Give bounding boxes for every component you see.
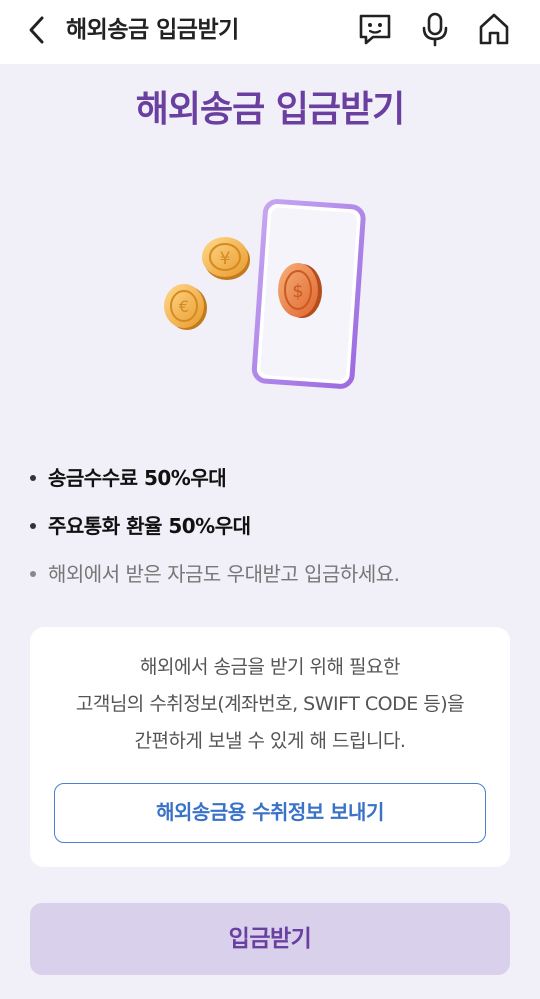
voice-button[interactable] (417, 11, 453, 47)
benefit-list: 송금수수료 50%우대 주요통화 환율 50%우대 해외에서 받은 자금도 우대… (28, 460, 518, 604)
yen-coin-icon: ¥ (202, 237, 250, 280)
back-button[interactable] (24, 14, 52, 46)
microphone-icon (422, 12, 448, 47)
benefit-fee-discount: 송금수수료 50%우대 (28, 460, 518, 508)
home-icon (479, 13, 509, 45)
remittance-illustration: $ ¥ € (150, 190, 390, 400)
chevron-left-icon (29, 16, 44, 44)
dollar-coin-icon: $ (278, 263, 322, 318)
benefit-text: 송금수수료 50%우대 (48, 466, 227, 490)
bullet (30, 571, 36, 577)
chatbot-face-icon (359, 14, 391, 45)
home-button[interactable] (476, 11, 512, 47)
chatbot-button[interactable] (357, 11, 393, 47)
svg-text:$: $ (292, 281, 303, 302)
top-app-bar: 해외송금 입금받기 (0, 0, 540, 64)
bullet (30, 523, 36, 529)
svg-text:¥: ¥ (220, 249, 231, 269)
page-title: 해외송금 입금받기 (135, 89, 406, 130)
bullet (30, 475, 36, 481)
info-line: 해외에서 송금을 받기 위해 필요한 (140, 656, 400, 678)
benefit-exchange-discount: 주요통화 환율 50%우대 (28, 508, 518, 556)
euro-coin-icon: € (164, 284, 207, 330)
benefit-text: 해외에서 받은 자금도 우대받고 입금하세요. (48, 562, 400, 586)
info-line: 고객님의 수취정보(계좌번호, SWIFT CODE 등)을 (75, 693, 465, 715)
svg-text:€: € (179, 297, 189, 316)
recipient-info-card: 해외에서 송금을 받기 위해 필요한 고객님의 수취정보(계좌번호, SWIFT… (30, 627, 510, 867)
info-line: 간편하게 보낼 수 있게 해 드립니다. (134, 730, 406, 752)
benefit-text: 주요통화 환율 50%우대 (48, 514, 251, 538)
send-recipient-info-button[interactable]: 해외송금용 수취정보 보내기 (54, 783, 486, 843)
header-title: 해외송금 입금받기 (66, 17, 239, 43)
receive-deposit-button[interactable]: 입금받기 (30, 903, 510, 975)
info-description: 해외에서 송금을 받기 위해 필요한 고객님의 수취정보(계좌번호, SWIFT… (30, 649, 510, 760)
benefit-description: 해외에서 받은 자금도 우대받고 입금하세요. (28, 556, 518, 604)
